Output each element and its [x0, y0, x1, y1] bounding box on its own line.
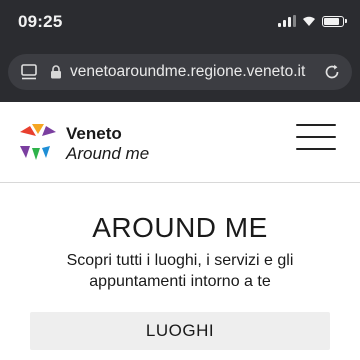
- tab-switcher-icon[interactable]: [20, 63, 38, 81]
- url-text[interactable]: venetoaroundme.regione.veneto.it: [70, 63, 305, 81]
- status-icons: [278, 14, 347, 28]
- page-title: AROUND ME: [92, 212, 268, 243]
- battery-icon: [322, 15, 347, 27]
- signal-icon: [278, 15, 296, 27]
- page-subtitle: Scopri tutti i luoghi, i servizi e gli a…: [66, 252, 294, 290]
- logo-text-veneto: Veneto: [66, 124, 122, 143]
- lock-icon: [51, 65, 61, 79]
- wifi-icon: [303, 16, 315, 26]
- luoghi-button[interactable]: LUOGHI: [30, 312, 330, 350]
- hamburger-menu-icon[interactable]: [296, 124, 336, 150]
- reload-icon[interactable]: [322, 62, 342, 82]
- logo-mark-icon: [20, 124, 56, 160]
- status-time: 09:25: [18, 12, 63, 31]
- address-bar[interactable]: venetoaroundme.regione.veneto.it: [8, 54, 352, 90]
- site-header: Veneto Around me: [0, 102, 360, 183]
- browser-chrome: 09:25 venetoaroundme.regione.veneto.it: [0, 0, 360, 102]
- logo-text-around-me: Around me: [66, 144, 150, 163]
- site-logo[interactable]: Veneto Around me: [14, 122, 179, 166]
